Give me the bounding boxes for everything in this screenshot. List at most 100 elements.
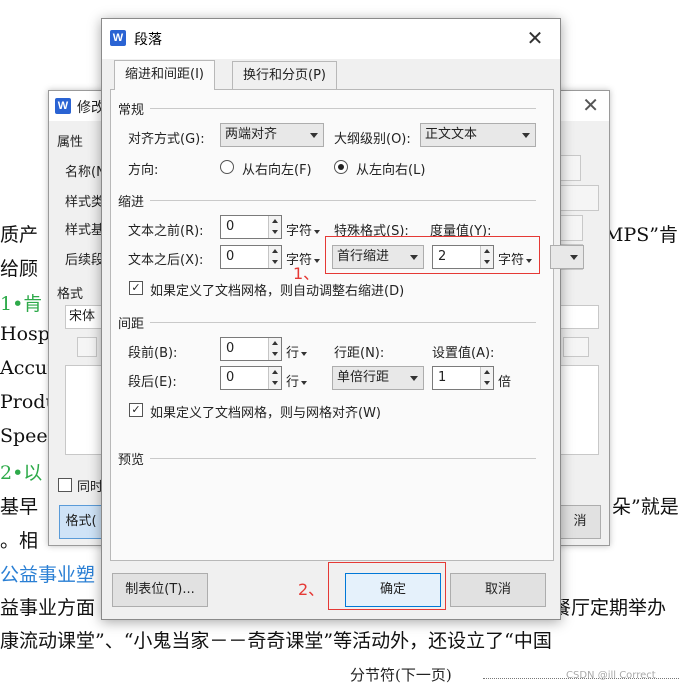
same-checkbox[interactable]	[58, 478, 72, 492]
preview-heading: 预览	[118, 453, 145, 468]
next-style-label: 后续段	[65, 253, 105, 268]
space-after-unit[interactable]: 行	[286, 371, 308, 390]
font-combo[interactable]: 宋体	[65, 305, 105, 329]
spin-up-icon[interactable]	[272, 370, 278, 374]
tab-line-page[interactable]: 换行和分页(P)	[232, 61, 337, 89]
spin-down-icon[interactable]	[272, 381, 278, 385]
align-left-icon[interactable]	[77, 337, 97, 357]
style-type-label: 样式类	[65, 195, 105, 210]
set-value-unit: 倍	[498, 375, 512, 390]
set-value-spin[interactable]: 1	[432, 366, 494, 390]
spacing-heading: 间距	[118, 317, 145, 332]
doc-line: 基早	[0, 496, 39, 518]
doc-line: 。相	[0, 530, 39, 552]
spin-up-icon[interactable]	[272, 249, 278, 253]
spin-up-icon[interactable]	[272, 219, 278, 223]
spin-down-icon[interactable]	[272, 260, 278, 264]
outline-value: 正文文本	[425, 127, 478, 142]
tab-panel	[110, 89, 554, 561]
indent-after-value: 0	[226, 249, 235, 264]
space-before-unit[interactable]: 行	[286, 342, 308, 361]
doc-line-right: 餐厅定期举办	[552, 597, 667, 619]
align-label: 对齐方式(G):	[128, 132, 205, 147]
space-after-value: 0	[226, 370, 235, 385]
tab-indent-spacing[interactable]: 缩进和间距(I)	[114, 60, 215, 90]
spin-down-icon[interactable]	[272, 352, 278, 356]
spin-up-icon[interactable]	[484, 370, 490, 374]
auto-right-indent-checkbox[interactable]: ✓	[129, 281, 143, 295]
format-section-label: 格式	[57, 287, 84, 302]
snap-grid-checkbox[interactable]: ✓	[129, 403, 143, 417]
doc-line: 1•肯	[0, 293, 43, 315]
spin-up-icon[interactable]	[272, 341, 278, 345]
auto-right-indent-label: 如果定义了文档网格，则自动调整右缩进(D)	[150, 284, 405, 299]
cancel-button[interactable]: 取消	[450, 573, 546, 607]
indent-after-label: 文本之后(X):	[128, 253, 204, 268]
indent-heading: 缩进	[118, 195, 145, 210]
preview-area	[65, 365, 105, 455]
style-type-combo[interactable]	[559, 185, 599, 211]
space-after-spin[interactable]: 0	[220, 366, 282, 390]
paragraph-dialog: W 段落 ✕ 缩进和间距(I) 换行和分页(P) 常规 对齐方式(G): 两端对…	[101, 18, 584, 620]
back-cancel-button[interactable]: 消	[559, 505, 601, 539]
annotation-step-1: 1、	[293, 264, 320, 283]
chevron-down-icon	[522, 133, 530, 138]
divider	[150, 458, 536, 459]
rtl-label: 从右向左(F)	[242, 163, 312, 178]
close-icon[interactable]: ✕	[522, 25, 548, 51]
doc-line: 给顾	[0, 258, 39, 280]
close-icon[interactable]: ✕	[582, 93, 599, 117]
line-spacing-label: 行距(N):	[334, 346, 385, 361]
name-field[interactable]	[559, 155, 581, 181]
align-combo[interactable]: 两端对齐	[220, 123, 324, 147]
space-before-spin[interactable]: 0	[220, 337, 282, 361]
indent-before-value: 0	[226, 219, 235, 234]
set-value-value: 1	[438, 370, 447, 385]
annotation-step-2: 2、	[298, 580, 325, 599]
indent-after-spin[interactable]: 0	[220, 245, 282, 269]
space-before-label: 段前(B):	[128, 346, 178, 361]
divider	[150, 200, 536, 201]
line-spacing-value: 单倍行距	[337, 370, 390, 385]
font-size-combo[interactable]	[559, 305, 599, 329]
section-break: 分节符(下一页)	[350, 666, 452, 684]
chevron-down-icon	[310, 133, 318, 138]
space-after-label: 段后(E):	[128, 375, 177, 390]
align-value: 两端对齐	[225, 127, 278, 142]
annotation-box-indent	[325, 236, 540, 274]
snap-grid-label: 如果定义了文档网格，则与网格对齐(W)	[150, 406, 381, 421]
set-value-label: 设置值(A):	[432, 346, 495, 361]
general-heading: 常规	[118, 103, 145, 118]
space-before-value: 0	[226, 341, 235, 356]
indent-before-spin[interactable]: 0	[220, 215, 282, 239]
spin-down-icon[interactable]	[272, 230, 278, 234]
style-based-combo[interactable]	[559, 215, 583, 241]
doc-line: 益事业方面	[0, 597, 96, 619]
outline-label: 大纲级别(O):	[334, 132, 411, 147]
indent-before-unit[interactable]: 字符	[286, 220, 321, 239]
format-button[interactable]: 格式(	[59, 505, 103, 539]
name-label: 名称(N	[65, 165, 106, 180]
dialog-title: 段落	[134, 32, 162, 48]
watermark: CSDN @ill Correct	[566, 670, 656, 681]
divider	[150, 108, 536, 109]
spin-down-icon[interactable]	[484, 381, 490, 385]
line-spacing-combo[interactable]: 单倍行距	[332, 366, 424, 390]
tab-stops-button[interactable]: 制表位(T)...	[112, 573, 208, 607]
rtl-radio[interactable]	[220, 160, 234, 174]
chevron-down-icon	[410, 376, 418, 381]
ltr-radio[interactable]	[334, 160, 348, 174]
indent-icon[interactable]	[563, 337, 589, 357]
style-based-label: 样式基	[65, 223, 105, 238]
same-label: 同时	[77, 480, 104, 495]
direction-label: 方向:	[128, 163, 159, 178]
props-section-label: 属性	[57, 135, 84, 150]
annotation-box-ok	[328, 562, 446, 610]
outline-combo[interactable]: 正文文本	[420, 123, 536, 147]
chevron-down-icon	[570, 255, 578, 260]
divider	[150, 322, 536, 323]
doc-line-right: MPS”肯	[604, 224, 678, 246]
doc-line: 2•以	[0, 462, 43, 484]
doc-heading: 公益事业塑	[0, 564, 96, 586]
indent-before-label: 文本之前(R):	[128, 224, 204, 239]
